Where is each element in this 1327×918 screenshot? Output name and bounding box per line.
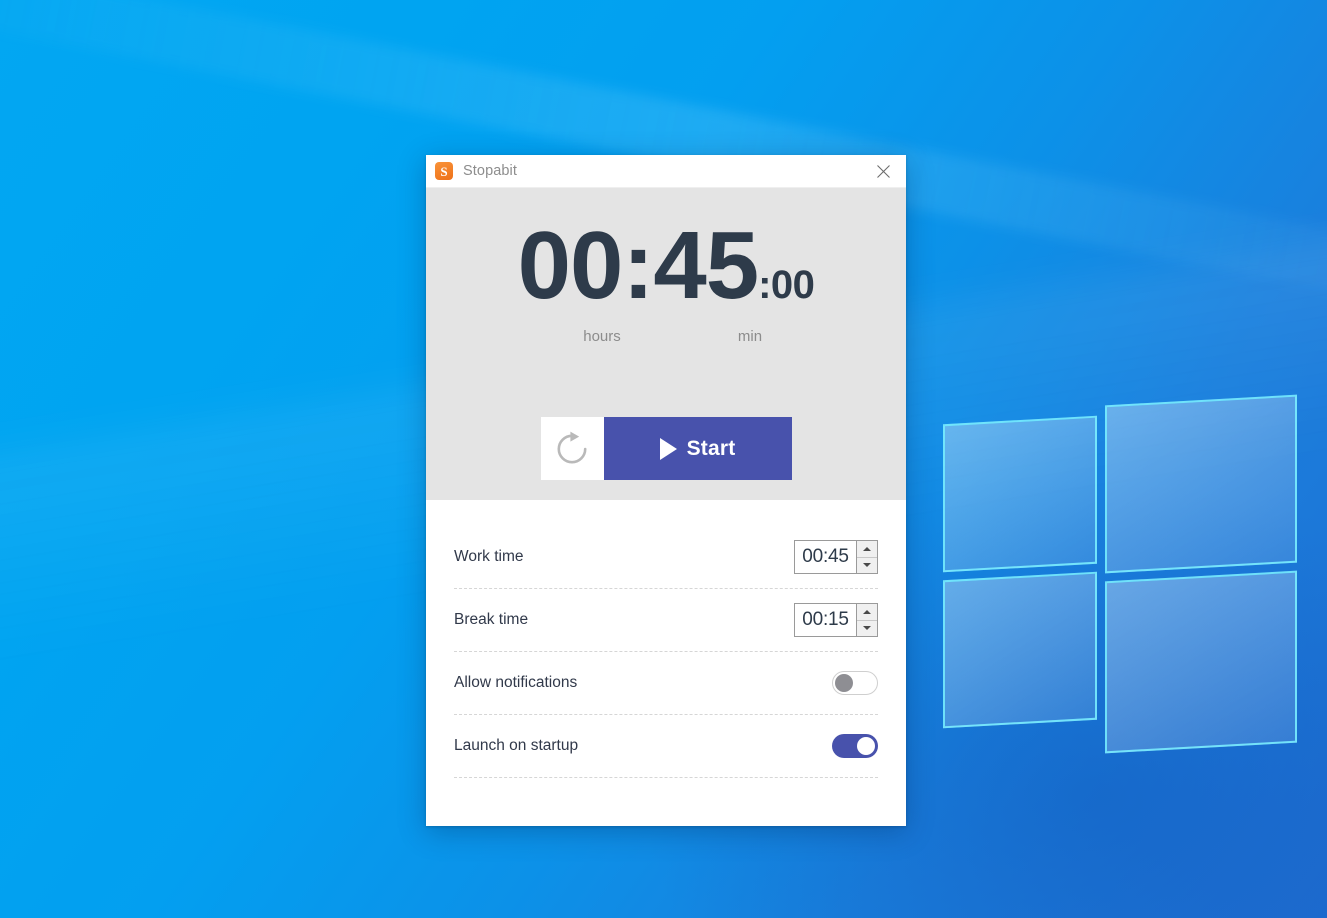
- break-time-increment-button[interactable]: [857, 604, 877, 621]
- windows-logo-pane-top-right: [1105, 394, 1297, 574]
- stopabit-logo-icon: S: [435, 162, 453, 180]
- title-bar[interactable]: S Stopabit: [426, 155, 906, 188]
- settings-panel: Work time 00:45 Break time 00:15 Allow n…: [426, 500, 906, 778]
- timer-unit-hours: hours: [583, 328, 621, 345]
- close-button[interactable]: [860, 155, 906, 188]
- arrow-up-icon: [863, 546, 871, 551]
- allow-notifications-label: Allow notifications: [454, 674, 578, 691]
- windows-logo-pane-bottom-right: [1105, 570, 1297, 754]
- work-time-stepper[interactable]: 00:45: [794, 540, 878, 574]
- close-icon: [876, 165, 890, 178]
- window-title: Stopabit: [463, 163, 518, 179]
- launch-on-startup-toggle[interactable]: [832, 734, 878, 758]
- arrow-down-icon: [863, 563, 871, 568]
- windows-logo-icon: [931, 368, 1311, 768]
- windows-logo-pane-top-left: [943, 415, 1097, 573]
- break-time-spinner-buttons: [856, 603, 878, 637]
- launch-on-startup-label: Launch on startup: [454, 737, 579, 754]
- break-time-label: Break time: [454, 611, 529, 628]
- windows-logo-pane-bottom-left: [943, 571, 1097, 729]
- break-time-stepper[interactable]: 00:15: [794, 603, 878, 637]
- play-icon: [659, 437, 677, 460]
- work-time-increment-button[interactable]: [857, 541, 877, 558]
- toggle-knob: [857, 737, 875, 755]
- setting-row-launch-on-startup: Launch on startup: [454, 715, 878, 778]
- stopabit-app-window: S Stopabit 00:45:00 hours min Start Work…: [426, 155, 906, 826]
- work-time-label: Work time: [454, 548, 524, 565]
- setting-row-allow-notifications: Allow notifications: [454, 652, 878, 715]
- timer-value-main: 00:45: [517, 212, 760, 319]
- work-time-decrement-button[interactable]: [857, 557, 877, 573]
- timer-controls: Start: [426, 417, 906, 480]
- start-button[interactable]: Start: [603, 417, 792, 480]
- start-button-label: Start: [686, 436, 736, 460]
- work-time-input[interactable]: 00:45: [794, 540, 856, 574]
- desktop-background: S Stopabit 00:45:00 hours min Start Work…: [0, 0, 1327, 918]
- break-time-decrement-button[interactable]: [857, 620, 877, 636]
- timer-value-seconds: :00: [758, 263, 815, 307]
- setting-row-work-time: Work time 00:45: [454, 526, 878, 589]
- arrow-down-icon: [863, 626, 871, 631]
- timer-unit-min: min: [737, 328, 763, 345]
- allow-notifications-toggle[interactable]: [832, 671, 878, 695]
- toggle-knob: [835, 674, 853, 692]
- arrow-up-icon: [863, 609, 871, 614]
- timer-unit-labels: hours min: [426, 328, 906, 348]
- timer-display: 00:45:00: [426, 188, 906, 314]
- reset-button[interactable]: [540, 417, 604, 480]
- setting-row-break-time: Break time 00:15: [454, 589, 878, 652]
- work-time-spinner-buttons: [856, 540, 878, 574]
- break-time-input[interactable]: 00:15: [794, 603, 856, 637]
- timer-panel: 00:45:00 hours min Start: [426, 188, 906, 500]
- reset-icon: [557, 431, 587, 463]
